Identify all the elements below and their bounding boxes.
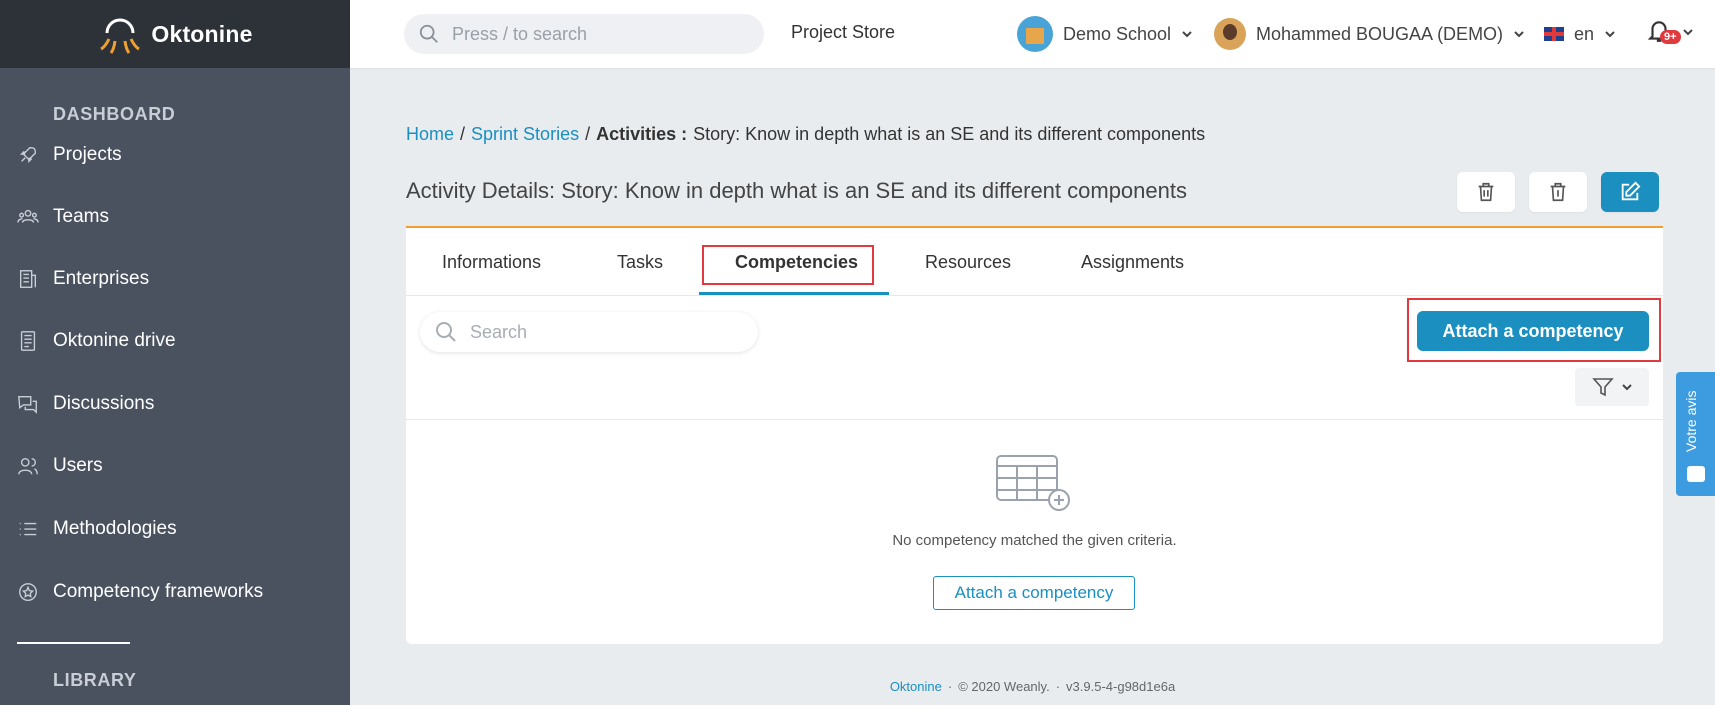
sidebar-divider [17, 642, 130, 644]
footer-copyright: © 2020 Weanly. [958, 679, 1050, 694]
drive-icon [17, 330, 39, 352]
section-title-library: LIBRARY [53, 670, 137, 690]
sidebar-item-label: Competency frameworks [53, 581, 264, 602]
global-search[interactable] [404, 14, 764, 54]
topbar: Project Store Demo School Mohammed BOUGA… [350, 0, 1715, 68]
users-icon [17, 455, 39, 477]
chat-icon [17, 393, 39, 415]
breadcrumb-current: Story: Know in depth what is an SE and i… [693, 124, 1206, 144]
sidebar-item-label: Users [53, 455, 103, 476]
search-input[interactable] [470, 321, 730, 343]
filter-button[interactable] [1575, 368, 1649, 406]
school-avatar [1017, 16, 1053, 52]
logo[interactable]: Oktonine [0, 0, 350, 68]
edit-button[interactable] [1601, 172, 1659, 212]
smiley-icon [1687, 466, 1705, 482]
sidebar-item-enterprises[interactable]: Enterprises [0, 257, 350, 301]
notifications-button[interactable]: 9+ [1646, 18, 1693, 48]
uk-flag-icon [1544, 27, 1564, 41]
breadcrumb-home[interactable]: Home [406, 124, 454, 145]
filter-icon [1592, 378, 1614, 397]
school-name: Demo School [1063, 23, 1172, 44]
sidebar-item-oktonine-drive[interactable]: Oktonine drive [0, 319, 350, 363]
breadcrumb: Home / Sprint Stories / Activities : Sto… [406, 124, 1205, 145]
tab-resources[interactable]: Resources [925, 252, 1011, 273]
building-icon [17, 268, 39, 290]
chevron-down-icon [1622, 384, 1632, 391]
card-divider [406, 419, 1663, 420]
language-code: en [1574, 23, 1595, 44]
language-selector[interactable]: en [1544, 14, 1616, 54]
rocket-icon [17, 144, 39, 166]
empty-state-message: No competency matched the given criteria… [892, 532, 1177, 549]
sidebar-item-projects[interactable]: Projects [0, 133, 350, 177]
sidebar-item-label: Oktonine drive [53, 330, 176, 351]
edit-icon [1621, 181, 1641, 201]
feedback-tab[interactable]: Votre avis [1676, 372, 1715, 496]
footer-version: v3.9.5-4-g98d1e6a [1066, 679, 1176, 694]
tab-assignments[interactable]: Assignments [1081, 252, 1184, 273]
archive-button[interactable] [1529, 172, 1587, 212]
oktonine-logo-icon [100, 18, 141, 54]
breadcrumb-separator: / [460, 124, 466, 144]
notification-badge: 9+ [1660, 30, 1681, 44]
chevron-down-icon [1514, 31, 1524, 38]
trash-icon [1550, 182, 1566, 202]
footer: Oktonine · © 2020 Weanly. · v3.9.5-4-g98… [350, 679, 1715, 694]
team-icon [17, 206, 39, 228]
footer-separator: · [947, 679, 953, 694]
sidebar-item-label: Projects [53, 144, 122, 165]
global-search-input[interactable] [452, 23, 742, 45]
sidebar-item-methodologies[interactable]: Methodologies [0, 507, 350, 551]
school-selector[interactable]: Demo School [1017, 14, 1193, 54]
badge-icon [17, 581, 39, 603]
active-tab-indicator [699, 292, 889, 295]
sidebar: Oktonine DASHBOARD Projects Teams Enterp… [0, 0, 350, 705]
tab-informations[interactable]: Informations [442, 252, 541, 273]
project-store-link[interactable]: Project Store [791, 22, 895, 43]
sidebar-item-users[interactable]: Users [0, 444, 350, 488]
chevron-down-icon [1182, 31, 1192, 38]
competency-search[interactable] [420, 312, 758, 352]
attach-competency-button[interactable]: Attach a competency [1417, 311, 1649, 351]
page-title: Activity Details: Story: Know in depth w… [406, 178, 1187, 203]
section-title-dashboard: DASHBOARD [53, 104, 176, 124]
sidebar-item-competency-frameworks[interactable]: Competency frameworks [0, 570, 350, 614]
chevron-down-icon [1683, 29, 1693, 36]
sidebar-item-label: Methodologies [53, 518, 177, 539]
tab-competencies[interactable]: Competencies [735, 252, 858, 273]
breadcrumb-separator: / [585, 124, 591, 144]
breadcrumb-sprint-stories[interactable]: Sprint Stories [471, 124, 579, 145]
user-menu[interactable]: Mohammed BOUGAA (DEMO) [1214, 14, 1525, 54]
delete-button[interactable] [1457, 172, 1515, 212]
sidebar-item-label: Teams [53, 206, 109, 227]
list-icon [17, 518, 39, 540]
avatar [1214, 18, 1246, 50]
footer-brand-link[interactable]: Oktonine [890, 679, 942, 694]
activity-details-card: Informations Tasks Competencies Resource… [406, 226, 1663, 644]
sidebar-item-label: Enterprises [53, 268, 150, 289]
sidebar-item-teams[interactable]: Teams [0, 195, 350, 239]
search-icon [419, 24, 438, 43]
user-name: Mohammed BOUGAA (DEMO) [1256, 23, 1504, 44]
chevron-down-icon [1605, 31, 1615, 38]
sidebar-item-label: Discussions [53, 393, 155, 414]
app-name: Oktonine [151, 20, 253, 47]
breadcrumb-activities: Activities : [596, 124, 688, 144]
sidebar-item-discussions[interactable]: Discussions [0, 382, 350, 426]
tab-bar: Informations Tasks Competencies Resource… [406, 228, 1663, 296]
empty-attach-competency-button[interactable]: Attach a competency [933, 576, 1135, 610]
trash-icon [1478, 182, 1494, 202]
footer-separator: · [1055, 679, 1061, 694]
tab-tasks[interactable]: Tasks [617, 252, 663, 273]
empty-table-icon [996, 455, 1070, 511]
search-icon [436, 322, 456, 342]
feedback-label: Votre avis [1683, 390, 1699, 452]
